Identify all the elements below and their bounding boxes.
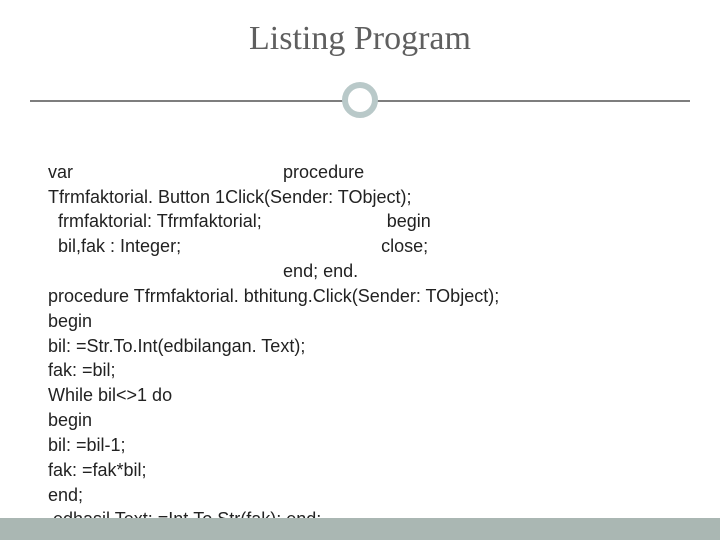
slide: Listing Program var procedure Tfrmfaktor… xyxy=(0,0,720,540)
code-listing: var procedure Tfrmfaktorial. Button 1Cli… xyxy=(48,135,680,540)
code-line: bil: =Str.To.Int(edbilangan. Text); xyxy=(48,336,305,356)
code-line: bil,fak : Integer; close; xyxy=(48,236,428,256)
slide-title: Listing Program xyxy=(249,20,471,57)
code-line: end; xyxy=(48,485,83,505)
code-line: begin xyxy=(48,311,92,331)
code-line: Tfrmfaktorial. Button 1Click(Sender: TOb… xyxy=(48,187,411,207)
title-area: Listing Program xyxy=(0,0,720,58)
code-line: frmfaktorial: Tfrmfaktorial; begin xyxy=(48,211,431,231)
footer-band xyxy=(0,518,720,540)
code-line: var procedure xyxy=(48,162,364,182)
code-line: end; end. xyxy=(48,261,358,281)
code-line: fak: =bil; xyxy=(48,360,116,380)
code-line: bil: =bil-1; xyxy=(48,435,126,455)
code-line: begin xyxy=(48,410,92,430)
code-line: procedure Tfrmfaktorial. bthitung.Click(… xyxy=(48,286,499,306)
code-line: fak: =fak*bil; xyxy=(48,460,147,480)
ring-decoration xyxy=(342,82,378,118)
code-line: While bil<>1 do xyxy=(48,385,172,405)
